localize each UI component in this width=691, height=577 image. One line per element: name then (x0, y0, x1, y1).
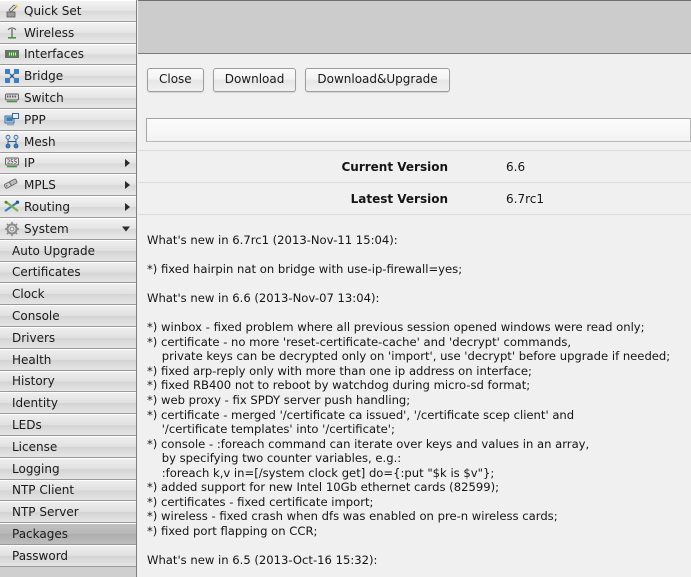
wand-icon (4, 3, 20, 19)
divider (138, 214, 691, 215)
sidebar-item-packages[interactable]: Packages (0, 523, 136, 545)
chevron-right-icon (125, 203, 130, 211)
sidebar-system-submenu: Auto Upgrade Certificates Clock Console Driv… (0, 240, 136, 567)
sidebar-item-logging[interactable]: Logging (0, 458, 136, 480)
sidebar-item-label: MPLS (24, 179, 56, 191)
sidebar-item-label: Switch (24, 92, 64, 104)
mesh-icon (4, 134, 20, 150)
sidebar-item-system[interactable]: System (0, 218, 136, 240)
sidebar-item-label: System (24, 223, 69, 235)
window-titlebar (138, 0, 691, 54)
sidebar-item-label: License (12, 441, 57, 453)
chevron-down-icon (122, 226, 130, 231)
sidebar-item-label: Interfaces (24, 48, 84, 60)
mpls-tag-icon (4, 177, 20, 193)
latest-version-label: Latest Version (138, 192, 448, 206)
sidebar-item-label: Packages (12, 528, 68, 540)
chevron-right-icon (125, 159, 130, 167)
ppp-icon (4, 112, 20, 128)
sidebar-main-menu: Quick Set Wireless Interfaces Bridge Switch P… (0, 0, 136, 240)
sidebar-item-bridge[interactable]: Bridge (0, 65, 136, 87)
sidebar: Quick Set Wireless Interfaces Bridge Switch P… (0, 0, 137, 577)
gear-icon (4, 221, 20, 237)
sidebar-item-label: Health (12, 354, 51, 366)
switch-icon (4, 90, 20, 106)
sidebar-item-label: Clock (12, 288, 45, 300)
progress-status-field[interactable] (146, 118, 691, 142)
changelog-text: What's new in 6.7rc1 (2013-Nov-11 15:04)… (138, 224, 691, 577)
sidebar-item-leds[interactable]: LEDs (0, 414, 136, 436)
sidebar-item-health[interactable]: Health (0, 349, 136, 371)
sidebar-item-drivers[interactable]: Drivers (0, 327, 136, 349)
sidebar-item-ip[interactable]: 255 IP (0, 153, 136, 175)
sidebar-item-ppp[interactable]: PPP (0, 109, 136, 131)
sidebar-item-console[interactable]: Console (0, 305, 136, 327)
winbox-window: Quick Set Wireless Interfaces Bridge Switch P… (0, 0, 691, 577)
current-version-row: Current Version 6.6 (138, 151, 691, 182)
bridge-icon (4, 68, 20, 84)
current-version-label: Current Version (138, 160, 448, 174)
latest-version-row: Latest Version 6.7rc1 (138, 183, 691, 214)
latest-version-value: 6.7rc1 (448, 192, 544, 206)
sidebar-item-quick-set[interactable]: Quick Set (0, 0, 136, 22)
sidebar-item-history[interactable]: History (0, 371, 136, 393)
antenna-icon (4, 25, 20, 41)
close-button[interactable]: Close (147, 68, 204, 92)
sidebar-item-auto-upgrade[interactable]: Auto Upgrade (0, 240, 136, 262)
version-table: Current Version 6.6 Latest Version 6.7rc… (138, 150, 691, 215)
sidebar-item-routing[interactable]: Routing (0, 196, 136, 218)
sidebar-item-switch[interactable]: Switch (0, 87, 136, 109)
sidebar-item-mpls[interactable]: MPLS (0, 174, 136, 196)
sidebar-item-label: Console (12, 310, 60, 322)
sidebar-item-label: Certificates (12, 266, 81, 278)
sidebar-item-label: LEDs (12, 419, 42, 431)
sidebar-item-license[interactable]: License (0, 436, 136, 458)
sidebar-item-label: NTP Server (12, 506, 79, 518)
download-and-upgrade-button[interactable]: Download&Upgrade (305, 68, 449, 92)
sidebar-item-label: Routing (24, 201, 70, 213)
sidebar-item-label: Quick Set (24, 5, 81, 17)
sidebar-item-mesh[interactable]: Mesh (0, 131, 136, 153)
sidebar-item-label: PPP (24, 114, 46, 126)
nic-card-icon (4, 46, 20, 62)
svg-text:255: 255 (7, 160, 17, 166)
sidebar-item-label: Wireless (24, 27, 74, 39)
sidebar-item-certificates[interactable]: Certificates (0, 262, 136, 284)
sidebar-item-ntp-server[interactable]: NTP Server (0, 501, 136, 523)
sidebar-item-label: Bridge (24, 70, 63, 82)
download-button[interactable]: Download (213, 68, 297, 92)
sidebar-item-ntp-client[interactable]: NTP Client (0, 480, 136, 502)
sidebar-item-wireless[interactable]: Wireless (0, 22, 136, 44)
sidebar-item-label: History (12, 375, 55, 387)
routing-icon (4, 199, 20, 215)
chevron-right-icon (125, 181, 130, 189)
sidebar-item-label: Password (12, 550, 68, 562)
sidebar-item-label: NTP Client (12, 484, 74, 496)
sidebar-item-label: Identity (12, 397, 58, 409)
sidebar-item-label: Logging (12, 463, 60, 475)
sidebar-item-label: IP (24, 157, 35, 169)
sidebar-item-clock[interactable]: Clock (0, 283, 136, 305)
sidebar-item-label: Auto Upgrade (12, 245, 95, 257)
ip-255-icon: 255 (4, 155, 20, 171)
sidebar-item-password[interactable]: Password (0, 545, 136, 567)
packages-panel: Close Download Download&Upgrade Current … (138, 0, 691, 577)
sidebar-item-interfaces[interactable]: Interfaces (0, 44, 136, 66)
sidebar-item-label: Mesh (24, 136, 56, 148)
sidebar-item-label: Drivers (12, 332, 55, 344)
current-version-value: 6.6 (448, 160, 525, 174)
toolbar: Close Download Download&Upgrade (138, 55, 691, 105)
sidebar-item-identity[interactable]: Identity (0, 392, 136, 414)
